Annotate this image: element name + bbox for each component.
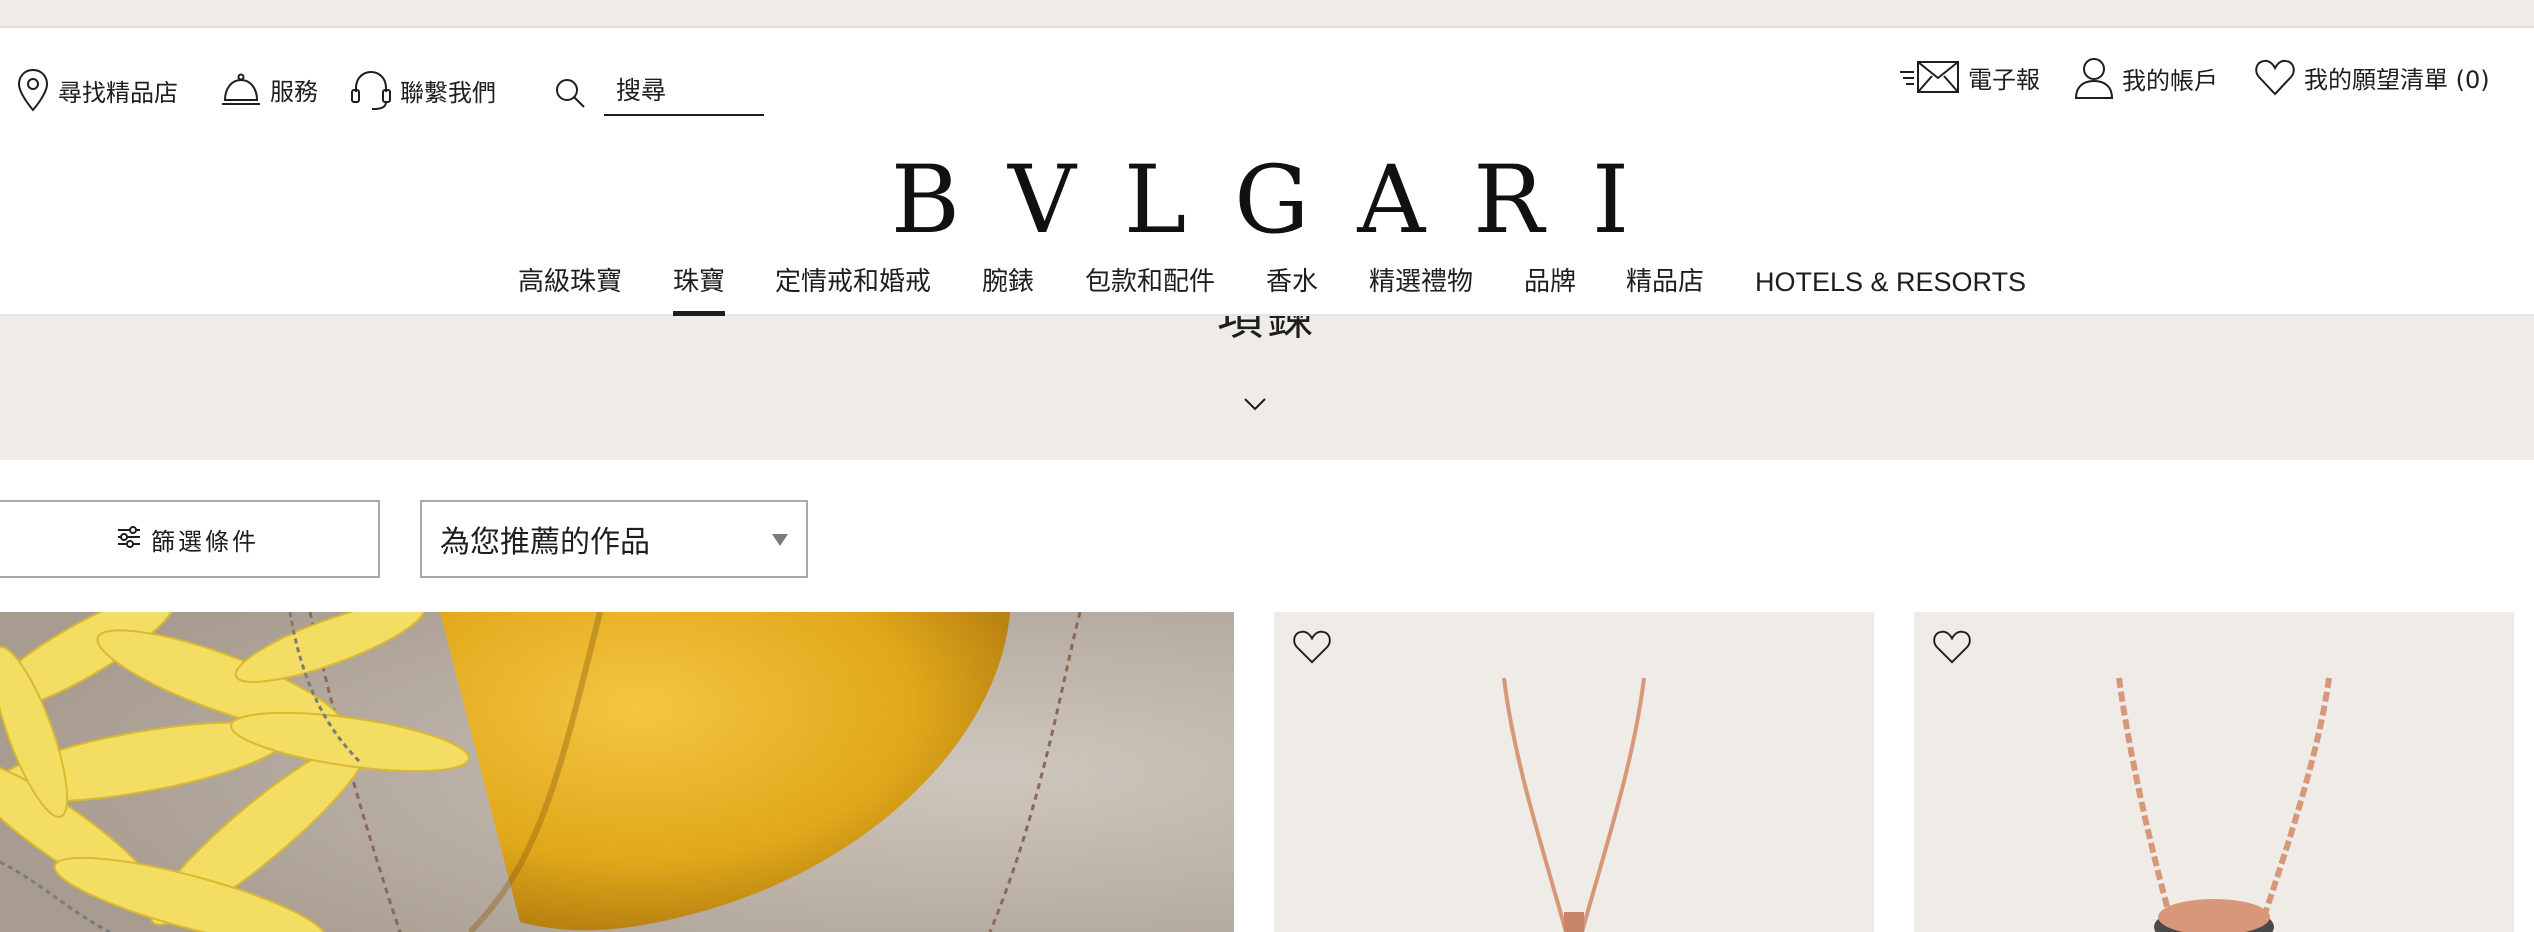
- location-pin-icon: [16, 68, 58, 112]
- brand-logo[interactable]: BVLGARI: [891, 140, 1629, 260]
- newsletter-label: 電子報: [1968, 65, 2040, 94]
- product-image: [2116, 677, 2332, 932]
- top-strip: [0, 0, 2534, 28]
- wishlist-label: 我的願望清單 (0): [2304, 65, 2490, 94]
- category-banner: 項鍊: [0, 316, 2534, 460]
- main-nav: 高級珠寶 珠寶 定情戒和婚戒 腕錶 包款和配件 香水 精選禮物 品牌 精品店 H…: [0, 258, 2534, 316]
- nav-item-brand[interactable]: 品牌: [1524, 258, 1576, 316]
- contact-label: 聯繫我們: [400, 78, 496, 107]
- heart-icon[interactable]: [1292, 628, 1332, 670]
- sort-select[interactable]: 為您推薦的作品: [420, 500, 808, 578]
- nav-item-gifts[interactable]: 精選禮物: [1369, 258, 1473, 316]
- account-label: 我的帳戶: [2122, 66, 2218, 95]
- product-card[interactable]: [1914, 612, 2514, 932]
- nav-item-boutiques[interactable]: 精品店: [1626, 258, 1704, 316]
- sort-select-label: 為您推薦的作品: [440, 525, 650, 560]
- filter-button-label: 篩選條件: [151, 527, 259, 556]
- envelope-icon: [1898, 58, 1968, 96]
- nav-item-fragrances[interactable]: 香水: [1266, 258, 1318, 316]
- heart-icon[interactable]: [1932, 628, 1972, 670]
- caret-down-icon: [772, 534, 788, 546]
- user-icon: [2074, 56, 2122, 100]
- wishlist-link[interactable]: 我的願望清單 (0): [2254, 56, 2490, 98]
- nav-item-hotels-resorts[interactable]: HOTELS & RESORTS: [1755, 258, 2026, 316]
- service-bell-icon: [220, 70, 270, 108]
- site-header: 尋找精品店 服務 聯繫我們 電子報 我的帳戶 我的願望清: [0, 28, 2534, 316]
- contact-link[interactable]: 聯繫我們: [350, 68, 496, 112]
- filter-button[interactable]: 篩選條件: [0, 500, 380, 578]
- account-link[interactable]: 我的帳戶: [2074, 56, 2218, 100]
- nav-item-engagement-wedding[interactable]: 定情戒和婚戒: [775, 258, 931, 316]
- page-title: 項鍊: [1217, 316, 1317, 345]
- hero-editorial-image[interactable]: [0, 612, 1234, 932]
- heart-icon: [2254, 56, 2304, 98]
- product-image: [1502, 677, 1646, 932]
- nav-item-bags-accessories[interactable]: 包款和配件: [1085, 258, 1215, 316]
- services-label: 服務: [270, 77, 318, 106]
- find-store-label: 尋找精品店: [58, 78, 178, 107]
- headset-icon: [350, 68, 400, 112]
- sliders-icon: [117, 526, 151, 552]
- services-link[interactable]: 服務: [220, 70, 318, 108]
- nav-item-jewelry[interactable]: 珠寶: [673, 258, 726, 316]
- search-area: [548, 66, 764, 116]
- newsletter-link[interactable]: 電子報: [1898, 58, 2040, 96]
- nav-item-watches[interactable]: 腕錶: [982, 258, 1034, 316]
- nav-item-high-jewelry[interactable]: 高級珠寶: [518, 258, 622, 316]
- product-card[interactable]: [1274, 612, 1874, 932]
- find-store-link[interactable]: 尋找精品店: [16, 68, 178, 112]
- search-input[interactable]: [604, 66, 764, 116]
